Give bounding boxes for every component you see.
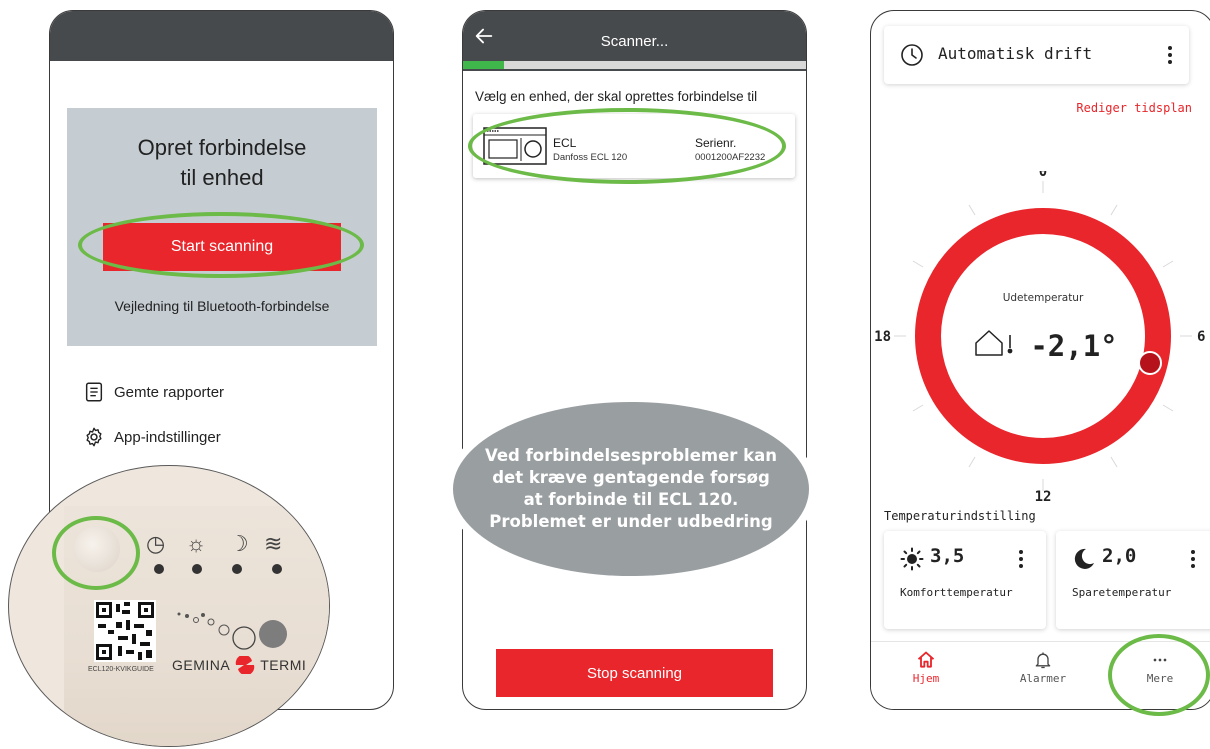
tab-alarms[interactable]: Alarmer [998, 650, 1088, 685]
note-text: Ved forbindelsesproblemer kan det kræve … [485, 445, 777, 533]
note-line: Problemet er under udbedring [489, 512, 773, 531]
temperature-dial[interactable]: 0 12 18 6 Udetemperatur -2,1° [871, 171, 1210, 501]
device-list-item[interactable]: ECL Danfoss ECL 120 Serienr. 0001200AF22… [473, 114, 795, 178]
bluetooth-button [74, 526, 120, 572]
scan-progress-fill [463, 61, 505, 69]
operating-mode-card[interactable]: Automatisk drift [884, 26, 1189, 84]
device-faceplate: ◷ ☼ ☽ ≋ ECL120-KVIKGUIDE GEMINA TERMI [64, 506, 329, 746]
connect-title-line1: Opret forbindelse [137, 135, 307, 160]
house-thermometer-icon [975, 330, 1013, 356]
note-bubble: Ved forbindelsesproblemer kan det kræve … [453, 402, 809, 576]
comfort-temperature-value: 3,5 [930, 545, 965, 567]
bottom-tab-bar: Hjem Alarmer Mere [871, 641, 1210, 709]
connect-title-line2: til enhed [180, 165, 264, 190]
home-icon [917, 651, 935, 668]
brand-logo-icon [235, 656, 255, 674]
tab-label: Alarmer [1019, 672, 1067, 685]
comfort-temperature-label: Komforttemperatur [900, 586, 1013, 599]
sun-symbol-icon: ☼ [186, 531, 207, 556]
section-title: Temperaturindstilling [884, 509, 1036, 523]
dial-handle[interactable] [1138, 351, 1162, 375]
connect-panel-title: Opret forbindelse til enhed [67, 133, 377, 193]
led-dot [272, 564, 282, 574]
saving-temperature-card[interactable]: 2,0 Sparetemperatur [1056, 531, 1210, 629]
connection-dots-graphic [177, 612, 287, 650]
note-line: Ved forbindelsesproblemer kan [484, 446, 778, 465]
connect-panel: Opret forbindelse til enhed Start scanni… [67, 108, 377, 346]
connection-warning-note: Ved forbindelsesproblemer kan det kræve … [445, 394, 817, 584]
phone-scanner-screen: Scanner... Vælg en enhed, der skal opret… [462, 10, 807, 710]
comfort-temperature-card[interactable]: 3,5 Komforttemperatur [884, 531, 1046, 629]
saving-temperature-label: Sparetemperatur [1072, 586, 1172, 599]
brand-label: GEMINA TERMI [172, 656, 306, 674]
stop-scanning-button[interactable]: Stop scanning [496, 649, 773, 697]
app-header [50, 11, 393, 61]
dial-label-bottom: 12 [1035, 489, 1052, 501]
dial-label-top: 0 [1039, 171, 1047, 180]
moon-symbol-icon: ☽ [229, 531, 249, 556]
note-line: at forbinde til ECL 120. [523, 490, 739, 509]
bell-icon [1035, 652, 1051, 669]
menu-item-label: Gemte rapporter [114, 383, 225, 401]
device-closeup-photo: ◷ ☼ ☽ ≋ ECL120-KVIKGUIDE GEMINA TERMI [8, 465, 330, 747]
clock-icon [901, 44, 923, 66]
outdoor-temp-label: Udetemperatur [1003, 292, 1084, 304]
select-device-instruction: Vælg en enhed, der skal oprettes forbind… [475, 89, 758, 104]
controller-device-icon [483, 127, 547, 165]
sun-icon [900, 547, 924, 571]
led-dot [192, 564, 202, 574]
device-name: ECL [553, 136, 577, 150]
clock-symbol-icon: ◷ [146, 531, 166, 556]
menu-item-app-settings[interactable]: App-indstillinger [83, 426, 221, 448]
note-line: det kræve gentagende forsøg [492, 468, 770, 487]
led-dot [232, 564, 242, 574]
outdoor-temp-value: -2,1° [1030, 329, 1117, 363]
menu-item-label: App-indstillinger [114, 428, 221, 446]
tab-more[interactable]: Mere [1115, 650, 1205, 685]
more-options-icon[interactable] [1167, 45, 1173, 65]
bluetooth-guide-link[interactable]: Vejledning til Bluetooth-forbindelse [67, 298, 377, 314]
report-icon [85, 382, 103, 402]
phone-home-screen: Automatisk drift Rediger tidsplan 0 12 1… [870, 10, 1210, 710]
serial-number: 0001200AF2232 [695, 152, 766, 163]
screen-title: Scanner... [600, 33, 669, 50]
moon-icon [1074, 548, 1094, 569]
dial-label-right: 6 [1197, 329, 1205, 345]
dial-label-left: 18 [874, 329, 891, 345]
saving-temperature-value: 2,0 [1102, 545, 1137, 567]
tab-home[interactable]: Hjem [881, 650, 971, 685]
heat-symbol-icon: ≋ [264, 531, 283, 556]
gear-icon [86, 427, 102, 447]
more-icon [1153, 658, 1167, 662]
more-options-icon[interactable] [1018, 549, 1024, 569]
brand-name-partial: TERMI [260, 657, 307, 673]
edit-schedule-link[interactable]: Rediger tidsplan [1076, 101, 1192, 115]
tab-label: Mere [1146, 672, 1174, 685]
led-dot [154, 564, 164, 574]
scan-progress-bar [463, 61, 806, 69]
qr-code-icon [94, 600, 156, 662]
mode-label: Automatisk drift [938, 44, 1093, 63]
start-scanning-button[interactable]: Start scanning [103, 223, 341, 271]
brand-name: GEMINA [172, 657, 231, 673]
device-model: Danfoss ECL 120 [553, 152, 628, 163]
menu-item-saved-reports[interactable]: Gemte rapporter [83, 381, 224, 403]
tab-label: Hjem [912, 672, 940, 685]
more-options-icon[interactable] [1190, 549, 1196, 569]
serial-label: Serienr. [695, 136, 737, 150]
device-caption: ECL120-KVIKGUIDE [88, 666, 154, 673]
